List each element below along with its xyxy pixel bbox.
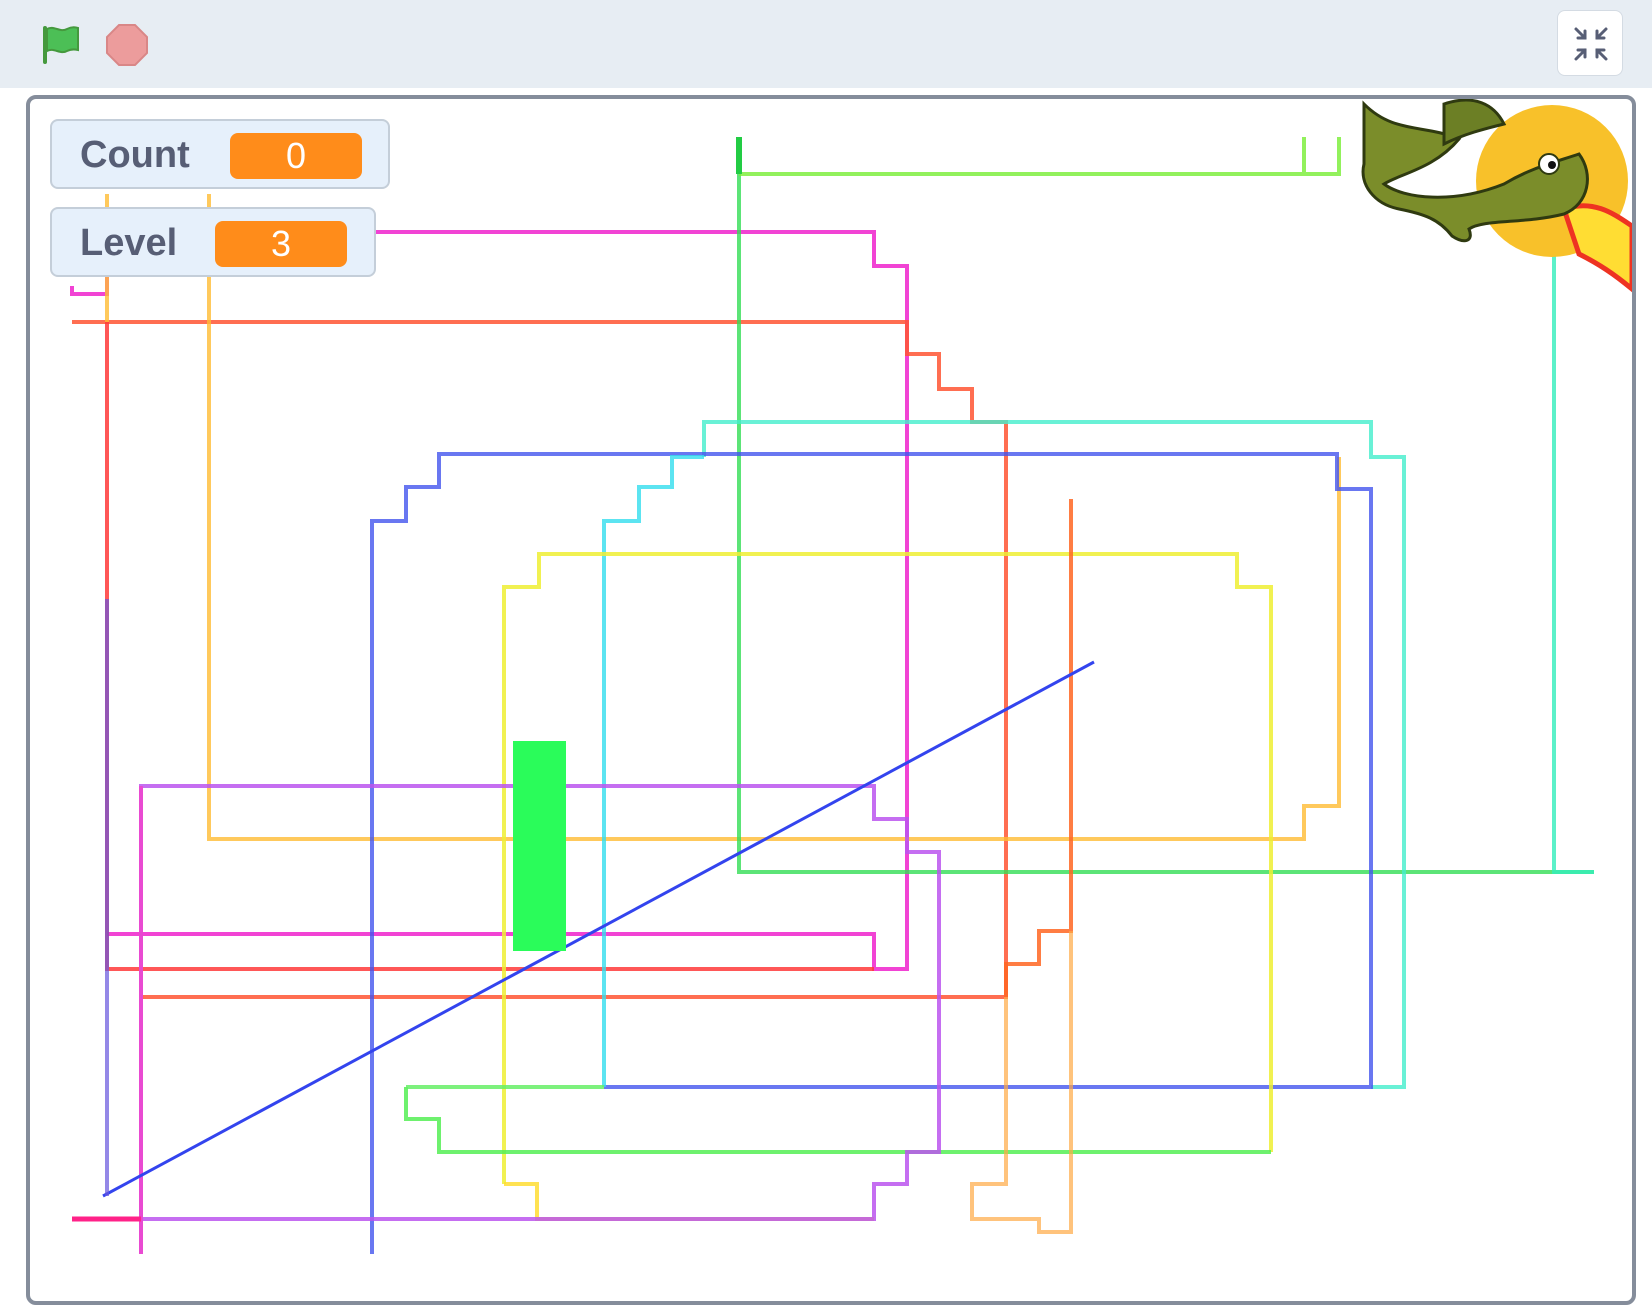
- level-label: Level: [80, 222, 178, 264]
- paddle-sprite[interactable]: [513, 741, 566, 951]
- exit-fullscreen-button[interactable]: [1557, 10, 1623, 76]
- green-flag-button[interactable]: [38, 22, 84, 68]
- count-monitor[interactable]: Count 0: [50, 119, 390, 189]
- count-value: 0: [230, 133, 362, 179]
- stage-header: [0, 0, 1652, 88]
- stop-icon: [106, 24, 148, 66]
- stop-button[interactable]: [104, 22, 150, 68]
- unfullscreen-icon: [1574, 27, 1608, 61]
- pen-drawing: [70, 99, 1632, 1254]
- green-flag-icon: [43, 26, 79, 64]
- stage-canvas[interactable]: Count 0 Level 3: [26, 95, 1636, 1305]
- dragon-sprite[interactable]: [1361, 99, 1632, 293]
- level-monitor[interactable]: Level 3: [50, 207, 376, 277]
- count-label: Count: [80, 134, 190, 176]
- level-value: 3: [215, 221, 347, 267]
